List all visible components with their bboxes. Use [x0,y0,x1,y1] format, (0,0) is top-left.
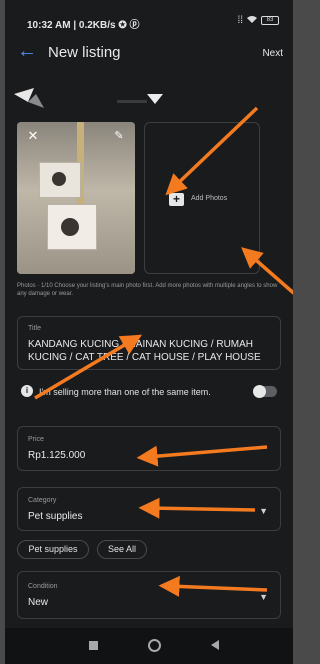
chip-see-all[interactable]: See All [97,540,147,559]
category-value: Pet supplies [28,511,83,522]
add-photos-label: Add Photos [191,195,228,202]
price-input[interactable]: Rp1.125.000 [28,449,85,462]
category-field-label: Category [28,497,57,504]
condition-value: New [28,597,49,608]
photo-thumbnail[interactable]: ✕ ✎ [17,122,135,274]
toggle-knob [253,385,266,398]
chevron-down-icon[interactable]: ▼ [259,506,268,516]
recents-icon[interactable] [89,641,98,650]
photo-background [17,122,135,274]
status-icons: ⁞⁞ 83 [237,15,279,26]
condition-field[interactable]: Condition New ▼ [17,571,281,619]
app-screen: 10:32 AM | 0.2KB/s ✪ ⓟ ⁞⁞ 83 ← New listi… [5,0,293,664]
title-input[interactable]: KANDANG KUCING / MAINAN KUCING / RUMAH K… [28,338,272,364]
status-bar: 10:32 AM | 0.2KB/s ✪ ⓟ ⁞⁞ 83 [5,0,293,34]
photos-hint: Photos · 1/10 Choose your listing's main… [17,283,278,297]
next-button[interactable]: Next [262,48,283,59]
add-photos-button[interactable]: + Add Photos [144,122,260,274]
arrow-left-icon[interactable]: ← [17,40,37,63]
multi-item-row: i I'm selling more than one of the same … [17,382,281,402]
condition-field-label: Condition [28,583,58,590]
logo-shape-icon [14,88,50,113]
status-time: 10:32 AM | 0.2KB/s ✪ ⓟ [27,20,140,31]
multi-item-label: I'm selling more than one of the same it… [39,387,211,397]
battery-icon: 83 [261,16,279,25]
dropdown-triangle-icon [147,91,163,109]
home-icon[interactable] [148,639,161,652]
system-nav-bar [5,628,293,664]
info-icon: i [21,385,33,397]
title-field-label: Title [28,325,41,332]
price-field[interactable]: Price Rp1.125.000 [17,426,281,471]
title-field[interactable]: Title KANDANG KUCING / MAINAN KUCING / R… [17,316,281,370]
blur-mark-icon [117,100,147,103]
category-field[interactable]: Category Pet supplies ▼ [17,487,281,531]
add-photo-icon: + [169,193,184,206]
app-bar: ← New listing Next [5,34,293,70]
chip-pet-supplies[interactable]: Pet supplies [17,540,89,559]
multi-item-toggle[interactable] [253,385,277,398]
price-field-label: Price [28,436,44,443]
page-title: New listing [48,44,121,61]
remove-photo-icon[interactable]: ✕ [25,128,41,144]
chevron-down-icon[interactable]: ▼ [259,592,268,602]
photo-cat-hole-top [52,172,66,186]
wifi-icon [247,15,257,26]
photo-cat-hole-bottom [61,218,79,236]
edit-photo-icon[interactable]: ✎ [111,128,127,144]
back-nav-icon[interactable] [211,640,219,650]
signal-icon: ⁞⁞ [237,15,243,26]
